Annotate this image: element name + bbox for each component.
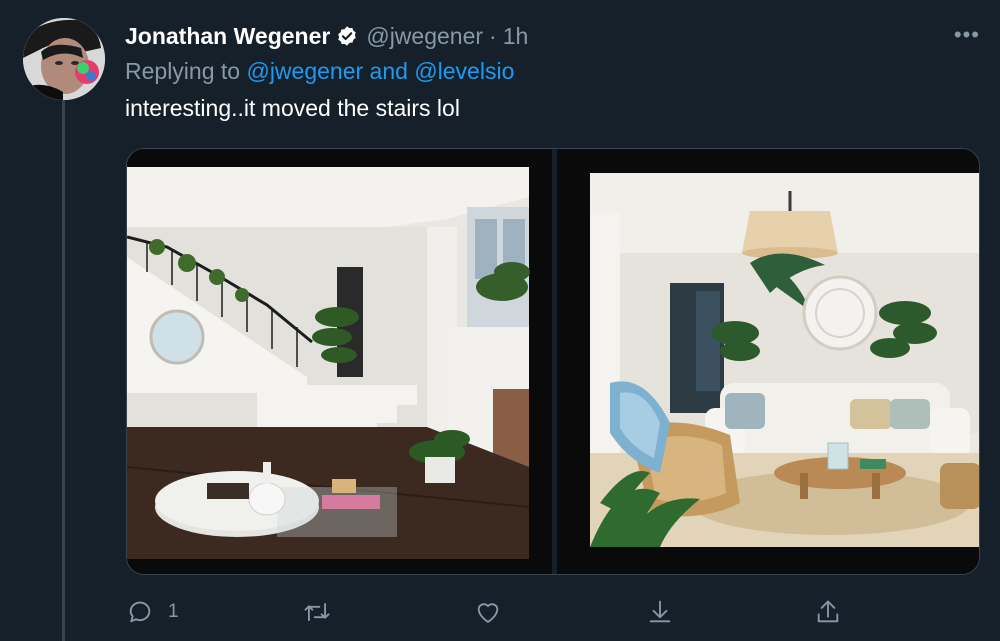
retweet-icon xyxy=(302,598,332,626)
author-name[interactable]: Jonathan Wegener xyxy=(125,23,330,50)
avatar[interactable] xyxy=(23,18,105,100)
mention-levelsio[interactable]: @levelsio xyxy=(414,58,514,84)
reply-count: 1 xyxy=(168,601,179,622)
reply-icon xyxy=(126,598,154,626)
verified-badge-icon xyxy=(336,25,358,47)
tweet-header: Jonathan Wegener @jwegener · 1h xyxy=(125,20,528,52)
download-button[interactable] xyxy=(646,590,674,634)
mention-joiner[interactable]: and xyxy=(370,58,408,84)
share-button[interactable] xyxy=(814,590,842,634)
replying-prefix: Replying to xyxy=(125,58,241,84)
tweet-text: interesting..it moved the stairs lol xyxy=(125,95,460,121)
media-photo-restyled[interactable] xyxy=(557,149,979,574)
share-icon xyxy=(814,598,842,626)
more-icon[interactable]: ••• xyxy=(954,22,980,48)
timestamp[interactable]: 1h xyxy=(503,23,529,50)
media-photo-original[interactable] xyxy=(127,149,552,574)
reply-button[interactable]: 1 xyxy=(126,590,179,634)
tweet-actions: 1 xyxy=(126,590,980,634)
download-icon xyxy=(646,598,674,626)
media-grid xyxy=(126,148,980,575)
heart-icon xyxy=(474,598,502,626)
replying-to: Replying to @jwegener and @levelsio xyxy=(125,58,514,85)
author-handle[interactable]: @jwegener xyxy=(366,23,483,50)
like-button[interactable] xyxy=(474,590,502,634)
thread-line xyxy=(62,100,65,641)
separator-dot: · xyxy=(489,22,497,49)
mention-jwegener[interactable]: @jwegener xyxy=(246,58,363,84)
retweet-button[interactable] xyxy=(302,590,332,634)
